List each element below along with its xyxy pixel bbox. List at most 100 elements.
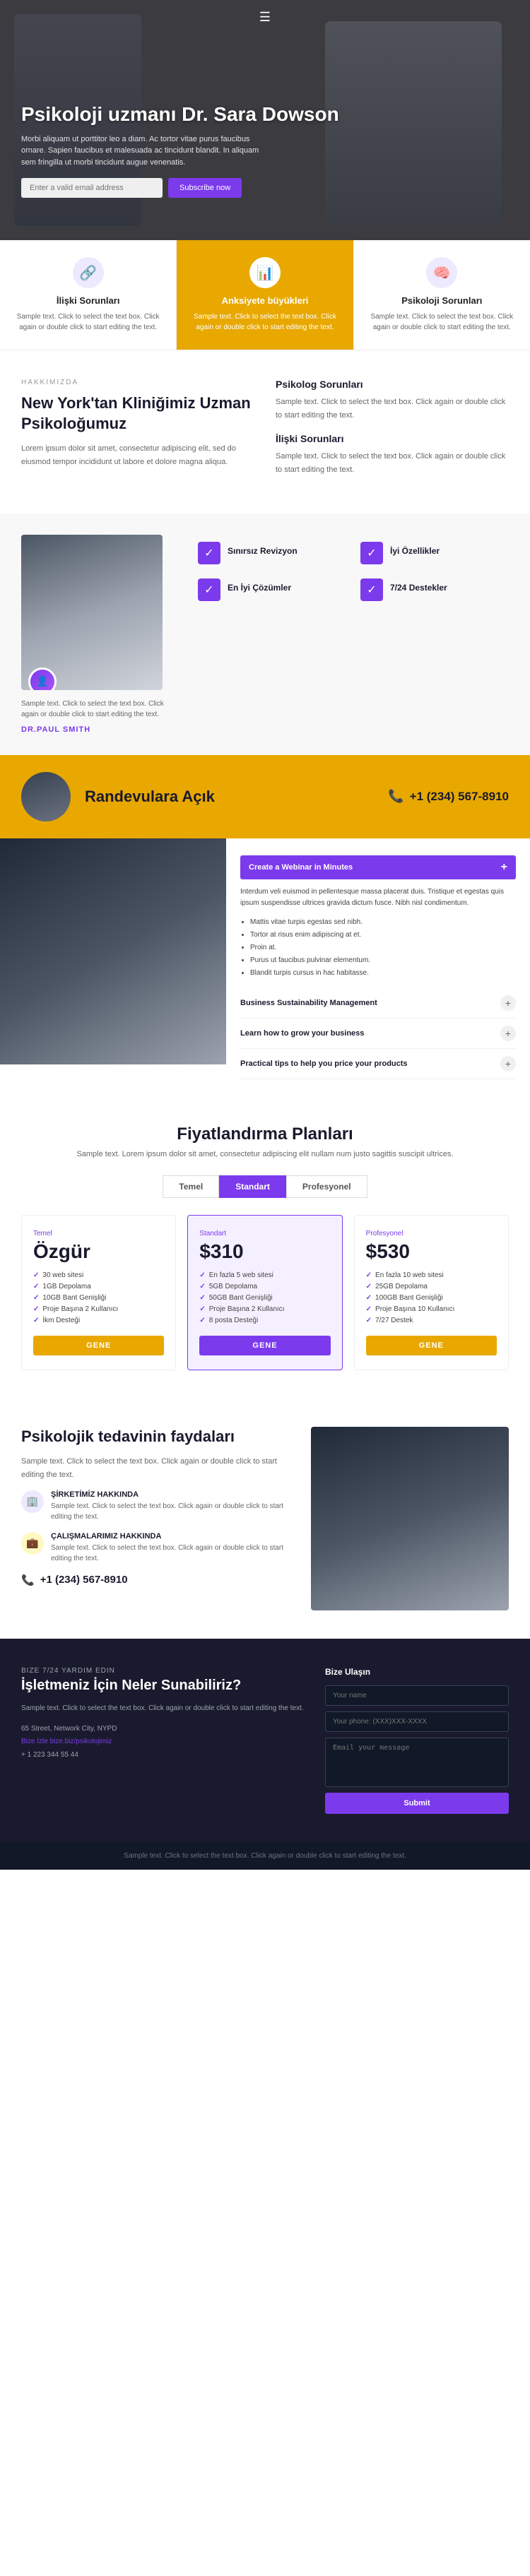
pricing-tab-2[interactable]: Profesyonel	[286, 1175, 367, 1198]
plan-feature-1-3: Proje Başına 2 Kullanıcı	[199, 1305, 330, 1313]
footer-phone-input[interactable]	[325, 1711, 509, 1732]
feature-card-1[interactable]: 📊 Anksiyete büyükleri Sample text. Click…	[177, 240, 353, 350]
plan-feature-2-2: 100GB Bant Genişliği	[366, 1294, 497, 1302]
feature-card-0[interactable]: 🔗 İlişki Sorunları Sample text. Click to…	[0, 240, 177, 350]
pricing-title: Fiyatlandırma Planları	[21, 1124, 509, 1144]
doctor-right: ✓ Sınırsız Revizyon ✓ İyi Özellikler ✓ E…	[198, 535, 509, 601]
pricing-desc: Sample text. Lorem ipsum dolor sit amet,…	[21, 1150, 509, 1158]
footer-title: İşletmeniz İçin Neler Sunabiliriz?	[21, 1678, 304, 1694]
benefits-title: Psikolojik tedavinin faydaları	[21, 1427, 290, 1447]
plan-feature-2-0: En fazla 10 web sitesi	[366, 1271, 497, 1279]
hero-title: Psikoloji uzmanı Dr. Sara Dowson	[21, 102, 509, 126]
webinar-bullet-3: Purus ut faucibus pulvinar elementum.	[250, 954, 516, 967]
cta-text: Randevulara Açık	[85, 788, 374, 806]
plan-feature-0-1: 1GB Depolama	[33, 1283, 164, 1290]
phone-icon-benefits: 📞	[21, 1574, 35, 1586]
cta-phone[interactable]: 📞 +1 (234) 567-8910	[388, 789, 509, 804]
footer-message-input[interactable]	[325, 1738, 509, 1787]
footer-left: Bize 7/24 Yardım Edin İşletmeniz İçin Ne…	[21, 1667, 304, 1814]
feature-icon-2: 🧠	[426, 257, 457, 288]
benefit-label-0: ŞİRKETİMİZ HAKKINDA	[51, 1490, 290, 1499]
footer-bottom: Sample text. Click to select the text bo…	[0, 1842, 530, 1870]
webinar-item-title-1: Learn how to grow your business	[240, 1029, 364, 1038]
webinar-item-1[interactable]: Learn how to grow your business +	[240, 1019, 516, 1049]
footer-text: Sample text. Click to select the text bo…	[21, 1702, 304, 1714]
footer-bottom-text: Sample text. Click to select the text bo…	[124, 1852, 406, 1860]
ilişki-title: İlişki Sorunları	[276, 433, 509, 444]
benefits-text: Sample text. Click to select the text bo…	[21, 1455, 290, 1481]
benefit-item-1: 💼 ÇALIŞMALARIMIZ HAKKINDA Sample text. C…	[21, 1532, 290, 1564]
feature-item-1: ✓ İyi Özellikler	[360, 542, 509, 564]
plan-feature-2-3: Proje Başına 10 Kullanıcı	[366, 1305, 497, 1313]
webinar-plus-icon[interactable]: +	[501, 861, 507, 874]
webinar-main-title-row[interactable]: Create a Webinar in Minutes +	[240, 855, 516, 879]
feature-item-3: ✓ 7/24 Destekler	[360, 578, 509, 601]
benefits-image	[311, 1427, 509, 1610]
feature-icon-1: 📊	[249, 257, 281, 288]
about-right: Psikolog Sorunları Sample text. Click to…	[276, 379, 509, 485]
footer-submit-button[interactable]: Submit	[325, 1793, 509, 1814]
benefit-item-0: 🏢 ŞİRKETİMİZ HAKKINDA Sample text. Click…	[21, 1490, 290, 1522]
plan-button-1[interactable]: GENE	[199, 1336, 330, 1355]
webinar-item-plus-2[interactable]: +	[500, 1056, 516, 1072]
pricing-tab-1[interactable]: Standart	[219, 1175, 286, 1198]
plan-feature-0-4: İkm Desteği	[33, 1317, 164, 1324]
hamburger-icon[interactable]: ☰	[259, 10, 271, 25]
plan-price-1: $310	[199, 1240, 330, 1263]
webinar-item-title-2: Practical tips to help you price your pr…	[240, 1060, 408, 1068]
feature-text-0: Sample text. Click to select the text bo…	[11, 311, 165, 333]
footer-phones: + 1 223 344 55 44	[21, 1751, 304, 1759]
benefit-text-1: Sample text. Click to select the text bo…	[51, 1543, 290, 1564]
feature-card-2[interactable]: 🧠 Psikoloji Sorunları Sample text. Click…	[354, 240, 530, 350]
hero-section: ☰ Psikoloji uzmanı Dr. Sara Dowson Morbi…	[0, 0, 530, 240]
plan-feature-1-1: 5GB Depolama	[199, 1283, 330, 1290]
doctor-caption: Sample text. Click to select the text bo…	[21, 699, 177, 720]
hero-content: Psikoloji uzmanı Dr. Sara Dowson Morbi a…	[21, 102, 509, 198]
doctor-left: 👤 Sample text. Click to select the text …	[21, 535, 177, 734]
pricing-card-0: Temel Özgür 30 web sitesi 1GB Depolama 1…	[21, 1215, 176, 1370]
feature-text-2: Sample text. Click to select the text bo…	[365, 311, 519, 333]
plan-feature-0-3: Proje Başına 2 Kullanıcı	[33, 1305, 164, 1313]
hero-form: Subscribe now	[21, 178, 509, 198]
email-input[interactable]	[21, 178, 163, 198]
webinar-image-inner	[0, 838, 226, 1064]
plan-button-2[interactable]: GENE	[366, 1336, 497, 1355]
about-left: HAKKIMIZDA New York'tan Kliniğimiz Uzman…	[21, 379, 254, 485]
webinar-item-0[interactable]: Business Sustainability Management +	[240, 988, 516, 1019]
feature-item-0: ✓ Sınırsız Revizyon	[198, 542, 346, 564]
webinar-item-plus-1[interactable]: +	[500, 1026, 516, 1041]
plan-feature-1-0: En fazla 5 web sitesi	[199, 1271, 330, 1279]
webinar-item-title-0: Business Sustainability Management	[240, 999, 377, 1007]
benefit-icon-0: 🏢	[21, 1490, 44, 1513]
check-icon-3: ✓	[360, 578, 383, 601]
webinar-description: Interdum veli euismod in pellentesque ma…	[240, 886, 516, 909]
features-grid: ✓ Sınırsız Revizyon ✓ İyi Özellikler ✓ E…	[198, 542, 509, 601]
webinar-bullet-0: Mattis vitae turpis egestas sed nibh.	[250, 916, 516, 929]
pricing-tab-0[interactable]: Temel	[163, 1175, 219, 1198]
webinar-bullet-1: Tortor at risus enim adipiscing at et.	[250, 929, 516, 942]
subscribe-button[interactable]: Subscribe now	[168, 178, 242, 198]
cta-image	[21, 772, 71, 821]
plan-feature-2-4: 7/27 Destek	[366, 1317, 497, 1324]
footer-phone1: + 1 223 344 55 44	[21, 1751, 78, 1759]
feature-label-2: En İyi Çözümler	[228, 578, 291, 593]
footer-form: Submit	[325, 1685, 509, 1814]
doctor-section: 👤 Sample text. Click to select the text …	[0, 514, 530, 755]
benefit-label-1: ÇALIŞMALARIMIZ HAKKINDA	[51, 1532, 290, 1541]
feature-label-0: Sınırsız Revizyon	[228, 542, 298, 556]
benefits-phone-row[interactable]: 📞 +1 (234) 567-8910	[21, 1574, 290, 1586]
webinar-item-plus-0[interactable]: +	[500, 995, 516, 1011]
pricing-cards: Temel Özgür 30 web sitesi 1GB Depolama 1…	[21, 1215, 509, 1370]
benefits-left: Psikolojik tedavinin faydaları Sample te…	[21, 1427, 290, 1610]
psiko-title: Psikolog Sorunları	[276, 379, 509, 390]
plan-price-2: $530	[366, 1240, 497, 1263]
ilişki-text: Sample text. Click to select the text bo…	[276, 450, 509, 476]
plan-button-0[interactable]: GENE	[33, 1336, 164, 1355]
benefit-content-1: ÇALIŞMALARIMIZ HAKKINDA Sample text. Cli…	[51, 1532, 290, 1564]
plan-feature-1-2: 50GB Bant Genişliği	[199, 1294, 330, 1302]
feature-title-0: İlişki Sorunları	[11, 295, 165, 306]
footer-website[interactable]: Bize İzle bize.biz/psikolojimiz	[21, 1738, 112, 1745]
webinar-item-2[interactable]: Practical tips to help you price your pr…	[240, 1049, 516, 1079]
footer-name-input[interactable]	[325, 1685, 509, 1706]
feature-title-1: Anksiyete büyükleri	[188, 295, 341, 306]
